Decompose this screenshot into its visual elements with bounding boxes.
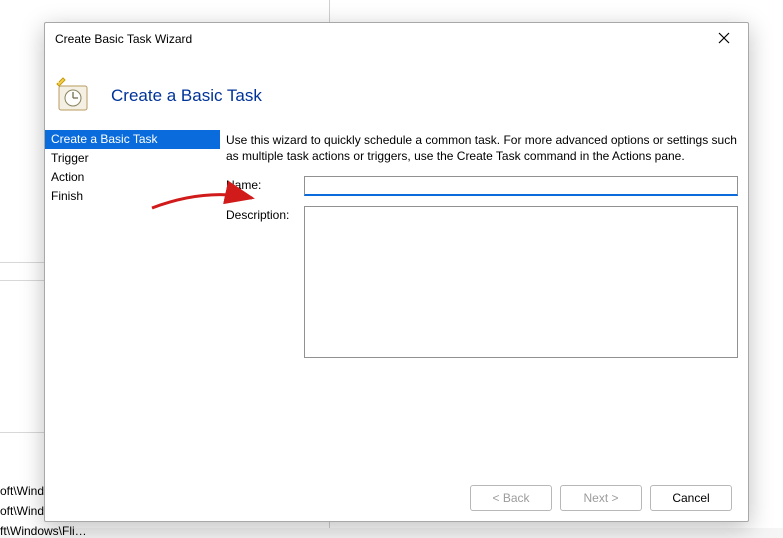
nav-item-finish[interactable]: Finish xyxy=(45,187,220,206)
close-icon xyxy=(718,32,730,47)
nav-item-trigger[interactable]: Trigger xyxy=(45,149,220,168)
next-button: Next > xyxy=(560,485,642,511)
close-button[interactable] xyxy=(704,25,744,53)
name-field[interactable] xyxy=(304,176,738,196)
description-field[interactable] xyxy=(304,206,738,358)
name-label: Name: xyxy=(226,176,304,192)
wizard-form: Use this wizard to quickly schedule a co… xyxy=(220,130,748,474)
wizard-header: Create a Basic Task xyxy=(45,55,748,130)
wizard-nav: Create a Basic Task Trigger Action Finis… xyxy=(45,130,220,474)
background-tree-item[interactable]: ft\Windows\Fli… xyxy=(0,524,120,538)
back-button: < Back xyxy=(470,485,552,511)
wizard-dialog: Create Basic Task Wizard Create a Basic … xyxy=(44,22,749,522)
wizard-icon xyxy=(53,76,93,116)
wizard-footer: < Back Next > Cancel xyxy=(45,474,748,522)
intro-text: Use this wizard to quickly schedule a co… xyxy=(226,132,738,164)
description-label: Description: xyxy=(226,206,304,222)
titlebar: Create Basic Task Wizard xyxy=(45,23,748,55)
window-title: Create Basic Task Wizard xyxy=(55,32,704,46)
cancel-button[interactable]: Cancel xyxy=(650,485,732,511)
page-heading: Create a Basic Task xyxy=(111,86,262,106)
wizard-body: Create a Basic Task Trigger Action Finis… xyxy=(45,130,748,474)
nav-item-action[interactable]: Action xyxy=(45,168,220,187)
nav-item-create-basic-task[interactable]: Create a Basic Task xyxy=(45,130,220,149)
